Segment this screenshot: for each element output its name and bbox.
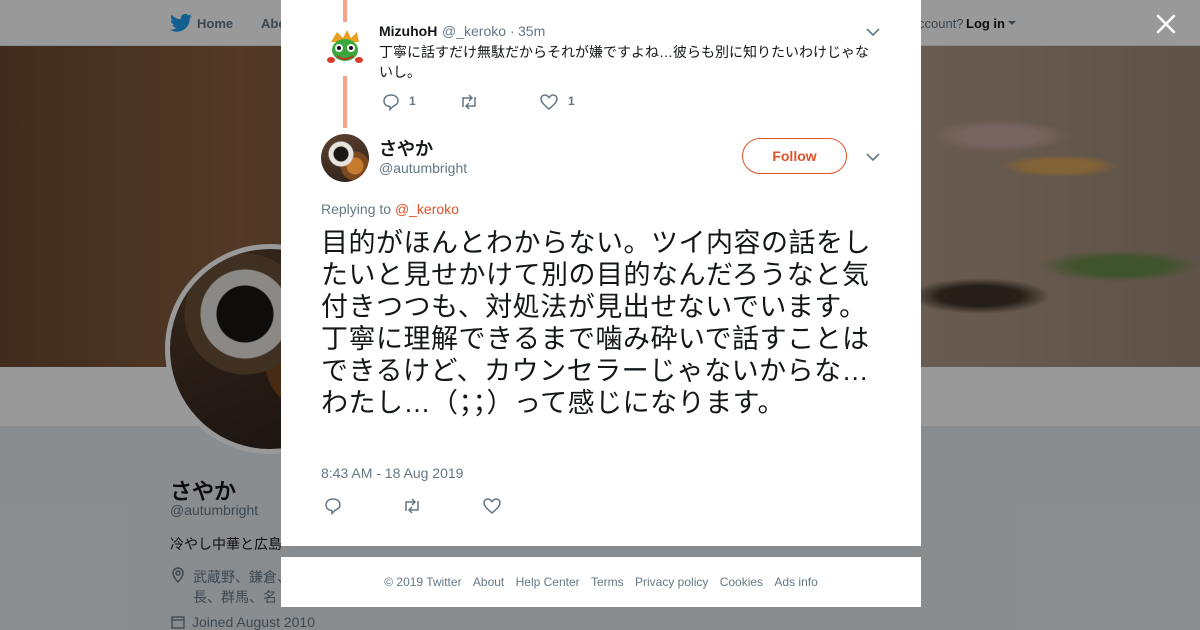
tweet-author-name[interactable]: さやか <box>379 135 433 161</box>
avatar[interactable] <box>321 134 369 182</box>
separator-dot: · <box>510 23 515 39</box>
thread-connector <box>343 0 347 22</box>
reply-icon[interactable] <box>382 93 400 111</box>
reply-icon[interactable] <box>324 497 342 515</box>
footer-help-link[interactable]: Help Center <box>516 575 580 589</box>
thread-connector <box>343 76 347 128</box>
tweet-text: 丁寧に話すだけ無駄だからそれが嫌ですよね…彼らも別に知りたいわけじゃないし。 <box>379 44 869 80</box>
tweet-timestamp[interactable]: 8:43 AM - 18 Aug 2019 <box>321 465 463 481</box>
footer-privacy-link[interactable]: Privacy policy <box>635 575 708 589</box>
tweet-text: 目的がほんとわからない。ツイ内容の話をしたいと見せかけて別の目的なんだろうなと気… <box>321 228 871 418</box>
replying-to-link[interactable]: @_keroko <box>395 201 459 217</box>
chevron-down-icon[interactable] <box>866 27 880 37</box>
tweet-author-handle[interactable]: @_keroko <box>442 23 506 39</box>
replying-to: Replying to @_keroko <box>321 201 459 217</box>
footer-cookies-link[interactable]: Cookies <box>720 575 763 589</box>
footer-terms-link[interactable]: Terms <box>591 575 624 589</box>
footer-ads-link[interactable]: Ads info <box>774 575 817 589</box>
retweet-icon[interactable] <box>402 497 422 515</box>
like-icon[interactable] <box>540 93 558 111</box>
close-icon[interactable] <box>1154 12 1178 36</box>
retweet-icon[interactable] <box>459 93 479 111</box>
avatar[interactable] <box>321 24 369 72</box>
tweet-permalink-modal: MizuhoH @_keroko · 35m 丁寧に話すだけ無駄だからそれが嫌で… <box>281 0 921 546</box>
modal-footer: © 2019 Twitter About Help Center Terms P… <box>281 557 921 607</box>
follow-button[interactable]: Follow <box>742 138 847 174</box>
like-icon[interactable] <box>483 497 501 515</box>
footer-copyright: © 2019 Twitter <box>384 575 462 589</box>
tweet-time[interactable]: 35m <box>518 23 545 39</box>
replying-to-label: Replying to <box>321 201 392 217</box>
reply-count: 1 <box>409 94 416 108</box>
tweet-author-name[interactable]: MizuhoH <box>379 23 437 39</box>
tweet-author-handle[interactable]: @autumbright <box>379 160 467 176</box>
chevron-down-icon[interactable] <box>866 152 880 162</box>
footer-about-link[interactable]: About <box>473 575 504 589</box>
like-count: 1 <box>568 94 575 108</box>
